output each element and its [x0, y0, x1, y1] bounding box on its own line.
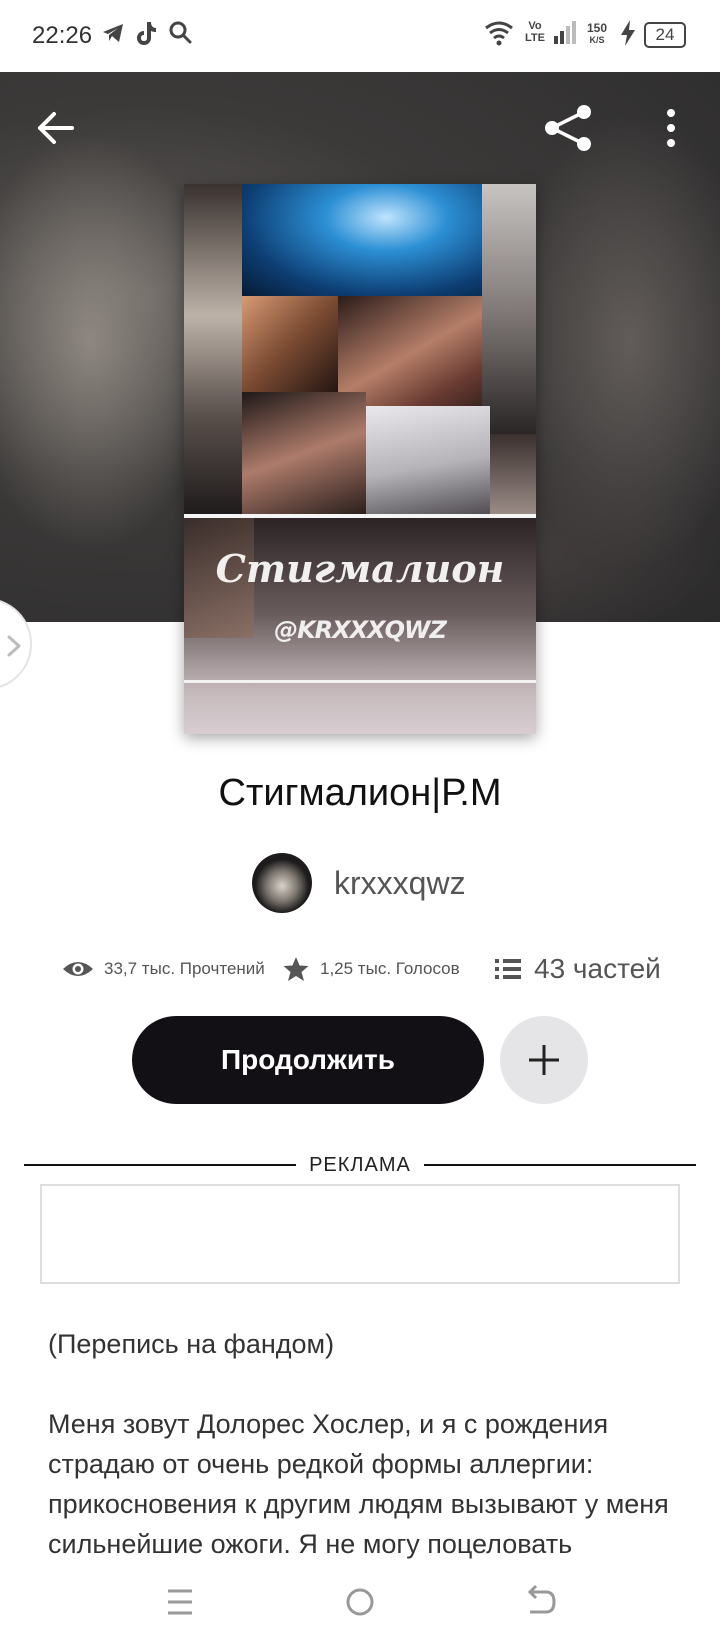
- signal-icon: [554, 21, 576, 44]
- parts-stat[interactable]: 43 частей: [494, 944, 661, 994]
- story-stats: 33,7 тыс. Прочтений 1,25 тыс. Голосов 43…: [0, 944, 720, 994]
- telegram-icon: [103, 24, 123, 42]
- cover-image-tile: [184, 184, 242, 514]
- votes-count: 1,25 тыс. Голосов: [320, 959, 460, 978]
- author-name: krxxxqwz: [334, 864, 466, 901]
- cover-image-tile: [482, 184, 536, 434]
- cover-image-tile: [242, 184, 482, 296]
- tiktok-icon: [137, 22, 156, 45]
- volte-indicator: Vo LTE: [525, 20, 545, 44]
- more-vertical-icon[interactable]: [656, 104, 686, 152]
- star-icon: [283, 957, 309, 981]
- cover-title: Стигмалион: [215, 546, 505, 591]
- chevron-right-icon: [7, 635, 21, 657]
- home-circle-icon[interactable]: [336, 1578, 384, 1626]
- ad-slot[interactable]: [40, 1184, 680, 1284]
- story-title: Стигмалион|Р.М: [218, 772, 502, 814]
- eye-icon: [63, 962, 93, 976]
- battery-indicator: 24: [644, 22, 686, 48]
- wifi-icon: [485, 21, 513, 46]
- reads-stat: 33,7 тыс. Прочтений: [62, 944, 265, 994]
- add-to-library-button[interactable]: [500, 1016, 588, 1104]
- cover-image-tile: [242, 296, 338, 392]
- menu-icon[interactable]: [156, 1578, 204, 1626]
- back-icon[interactable]: [516, 1578, 564, 1626]
- author-link[interactable]: krxxxqwz: [252, 852, 466, 914]
- share-icon[interactable]: [540, 100, 596, 156]
- story-cover[interactable]: Стигмалион @KRXXXQWZ: [184, 184, 536, 734]
- plus-icon: [529, 1045, 559, 1075]
- avatar: [252, 853, 312, 913]
- cover-image-tile: [366, 406, 490, 514]
- story-description: (Перепись на фандом) Меня зовут Долорес …: [48, 1324, 680, 1604]
- charging-icon: [621, 20, 635, 46]
- cover-handle: @KRXXXQWZ: [274, 616, 447, 644]
- cover-image-tile: [242, 392, 366, 514]
- cover-image-tile: [490, 434, 536, 514]
- list-icon: [495, 959, 521, 979]
- search-icon: [169, 21, 192, 44]
- ad-label: РЕКЛАМА: [309, 1154, 411, 1176]
- description-line: Меня зовут Долорес Хослер, и я с рождени…: [48, 1409, 669, 1559]
- arrow-left-icon[interactable]: [32, 104, 80, 152]
- description-line: (Перепись на фандом): [48, 1329, 335, 1359]
- status-time: 22:26: [32, 22, 93, 49]
- status-bar: 22:26 Vo LTE 150 K/S 24: [0, 0, 720, 72]
- continue-reading-button[interactable]: Продолжить: [132, 1016, 484, 1104]
- network-speed: 150 K/S: [586, 21, 608, 45]
- parts-count: 43 частей: [534, 953, 661, 984]
- system-nav-bar: [0, 1564, 720, 1640]
- votes-stat: 1,25 тыс. Голосов: [282, 944, 460, 994]
- reads-count: 33,7 тыс. Прочтений: [104, 959, 265, 978]
